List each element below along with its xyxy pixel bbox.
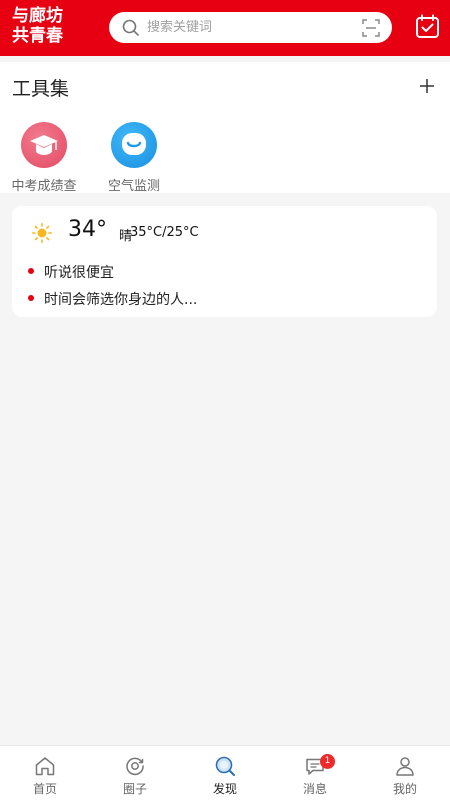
tab-discover[interactable]: 发现 xyxy=(180,746,270,800)
tool-air-monitor[interactable]: 空气监测 xyxy=(89,122,179,194)
tools-section: 工具集 中考成绩查 空气监测 xyxy=(0,62,450,194)
news-text: 时间会筛选你身边的人... xyxy=(44,292,198,308)
tab-discover-label: 发现 xyxy=(212,782,237,796)
tools-title: 工具集 xyxy=(12,78,70,100)
tool-air-monitor-circle xyxy=(111,122,157,168)
tab-profile-label: 我的 xyxy=(392,782,417,796)
tab-circle[interactable]: 圈子 xyxy=(90,746,180,800)
scan-icon[interactable] xyxy=(362,19,380,37)
tab-home[interactable]: 首页 xyxy=(0,746,90,800)
unread-badge: 1 xyxy=(320,754,335,769)
logo-line-2: 共青春 xyxy=(12,26,63,46)
sun-icon xyxy=(32,223,52,243)
tab-messages-label: 消息 xyxy=(302,782,327,796)
top-header: 与廊坊 共青春 xyxy=(0,0,450,56)
current-temperature: 34° xyxy=(68,217,107,242)
tab-profile[interactable]: 我的 xyxy=(360,746,450,800)
tool-exam-score-label: 中考成绩查 xyxy=(11,179,77,194)
tool-exam-score-circle xyxy=(21,122,67,168)
tool-air-monitor-label: 空气监测 xyxy=(107,179,160,194)
tab-home-label: 首页 xyxy=(32,782,57,796)
search-icon xyxy=(122,19,139,36)
tool-exam-score[interactable]: 中考成绩查 xyxy=(0,122,89,194)
app-logo[interactable]: 与廊坊 共青春 xyxy=(12,6,88,50)
search-bar[interactable] xyxy=(109,12,392,43)
bullet-dot xyxy=(28,295,34,301)
logo-line-1: 与廊坊 xyxy=(12,6,63,26)
home-icon xyxy=(35,757,55,776)
smile-icon xyxy=(122,133,146,155)
tab-circle-label: 圈子 xyxy=(122,782,147,796)
discover-icon xyxy=(215,756,235,776)
add-icon[interactable] xyxy=(417,76,437,96)
circle-icon xyxy=(126,757,144,776)
temperature-range: 35°C/25°C xyxy=(130,225,199,240)
news-item[interactable]: 时间会筛选你身边的人... xyxy=(28,289,197,309)
bullet-dot xyxy=(28,268,34,274)
search-input[interactable] xyxy=(147,12,347,43)
tab-messages[interactable]: 1 消息 xyxy=(270,746,360,800)
calendar-check-icon[interactable] xyxy=(415,14,440,39)
graduation-cap-icon xyxy=(30,135,58,155)
news-text: 听说很便宜 xyxy=(44,265,114,281)
bottom-tab-bar: 首页 圈子 发现 1 消息 我的 xyxy=(0,745,450,800)
weather-card[interactable]: 34° 晴 35°C/25°C 听说很便宜 时间会筛选你身边的人... xyxy=(12,206,437,317)
news-item[interactable]: 听说很便宜 xyxy=(28,262,114,282)
profile-icon xyxy=(396,757,414,776)
